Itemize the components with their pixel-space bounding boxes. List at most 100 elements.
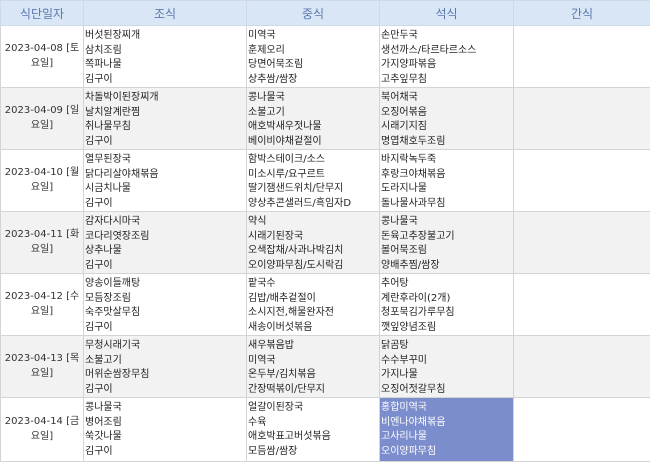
menu-item: 소불고기	[248, 106, 379, 121]
menu-item: 베이비야채겉절이	[248, 135, 379, 150]
dinner-cell[interactable]: 북어채국오징어볶음시래기지짐명엽채호두조림	[380, 88, 514, 150]
menu-item: 김구이	[85, 445, 246, 460]
menu-item: 딸기잼샌드위치/단무지	[248, 182, 379, 197]
breakfast-cell[interactable]: 차돌박이된장찌개날치알계란찜취나물무침김구이	[84, 88, 247, 150]
lunch-cell[interactable]: 얼갈이된장국수육애호박표고버섯볶음모듬쌈/쌈장	[247, 398, 380, 462]
breakfast-cell[interactable]: 무청시래기국소불고기머위순쌈장무침김구이	[84, 336, 247, 398]
header-lunch: 중식	[247, 1, 380, 26]
lunch-cell[interactable]: 팥국수김밥/배추겉절이소시지전,해물완자전새송이버섯볶음	[247, 274, 380, 336]
menu-item: 볼어묵조림	[381, 244, 513, 259]
menu-item: 닭곰탕	[381, 339, 513, 354]
lunch-cell[interactable]: 함박스테이크/소스미소시루/요구르트딸기잼샌드위치/단무지양상추콘샐러드/흑임자…	[247, 150, 380, 212]
menu-item: 콩나물국	[381, 215, 513, 230]
menu-list: 바지락녹두죽후랑크야채볶음도라지나물돌나물사과무침	[380, 153, 513, 211]
menu-item: 계란후라이(2개)	[381, 292, 513, 307]
snack-cell[interactable]	[514, 336, 650, 398]
snack-cell[interactable]	[514, 88, 650, 150]
menu-item: 콩나물국	[85, 401, 246, 416]
menu-item: 가지양파볶음	[381, 58, 513, 73]
menu-item: 날치알계란찜	[85, 106, 246, 121]
dinner-cell[interactable]: 손만두국생선까스/타르타르소스가지양파볶음고추잎무침	[380, 26, 514, 88]
menu-item: 추어탕	[381, 277, 513, 292]
breakfast-cell[interactable]: 버섯된장찌개삼치조림쪽파나물김구이	[84, 26, 247, 88]
menu-item: 병어조림	[85, 416, 246, 431]
date-cell: 2023-04-08 [토요일]	[1, 26, 84, 88]
menu-item: 수육	[248, 416, 379, 431]
menu-item: 소불고기	[85, 354, 246, 369]
breakfast-cell[interactable]: 감자다시마국코다리엿장조림상추나물김구이	[84, 212, 247, 274]
menu-item: 오색잡채/사과나박김치	[248, 244, 379, 259]
date-cell: 2023-04-14 [금요일]	[1, 398, 84, 462]
menu-item: 새우볶음밥	[248, 339, 379, 354]
breakfast-cell[interactable]: 양송이들깨탕모듬장조림숙주맛살무침김구이	[84, 274, 247, 336]
menu-list: 얼갈이된장국수육애호박표고버섯볶음모듬쌈/쌈장	[247, 401, 379, 459]
lunch-cell[interactable]: 약식시래기된장국오색잡채/사과나박김치오이양파무침/도시락김	[247, 212, 380, 274]
date-cell: 2023-04-10 [월요일]	[1, 150, 84, 212]
menu-item: 김구이	[85, 383, 246, 398]
breakfast-cell[interactable]: 콩나물국병어조림쑥갓나물김구이	[84, 398, 247, 462]
menu-item: 상추나물	[85, 244, 246, 259]
menu-list: 닭곰탕수수부꾸미가지나물오징어젓갈무침	[380, 339, 513, 397]
menu-item: 얼갈이된장국	[248, 401, 379, 416]
menu-item: 김구이	[85, 197, 246, 212]
menu-item: 오이양파무침/도시락김	[248, 259, 379, 274]
menu-item: 함박스테이크/소스	[248, 153, 379, 168]
menu-item: 고사리나물	[381, 430, 513, 445]
breakfast-cell[interactable]: 열무된장국닭다리살야채볶음시금치나물김구이	[84, 150, 247, 212]
menu-item: 고추잎무침	[381, 73, 513, 88]
menu-item: 양상추콘샐러드/흑임자D	[248, 197, 379, 212]
menu-list: 함박스테이크/소스미소시루/요구르트딸기잼샌드위치/단무지양상추콘샐러드/흑임자…	[247, 153, 379, 211]
menu-list: 열무된장국닭다리살야채볶음시금치나물김구이	[84, 153, 246, 211]
menu-item: 감자다시마국	[85, 215, 246, 230]
menu-item: 김구이	[85, 321, 246, 336]
menu-item: 버섯된장찌개	[85, 29, 246, 44]
date-cell: 2023-04-13 [목요일]	[1, 336, 84, 398]
menu-list: 콩나물국돈육고추장불고기볼어묵조림양배추찜/쌈장	[380, 215, 513, 273]
menu-item: 숙주맛살무침	[85, 306, 246, 321]
menu-list: 약식시래기된장국오색잡채/사과나박김치오이양파무침/도시락김	[247, 215, 379, 273]
menu-item: 머위순쌈장무침	[85, 368, 246, 383]
snack-cell[interactable]	[514, 398, 650, 462]
dinner-cell[interactable]: 닭곰탕수수부꾸미가지나물오징어젓갈무침	[380, 336, 514, 398]
menu-item: 팥국수	[248, 277, 379, 292]
dinner-cell[interactable]: 홍합미역국비엔나야채볶음고사리나물오이양파무침	[380, 398, 514, 462]
table-row: 2023-04-14 [금요일]콩나물국병어조림쑥갓나물김구이얼갈이된장국수육애…	[1, 398, 650, 462]
meal-table: 식단일자 조식 중식 석식 간식 2023-04-08 [토요일]버섯된장찌개삼…	[0, 0, 650, 462]
lunch-cell[interactable]: 미역국훈제오리당면어묵조림상추쌈/쌈장	[247, 26, 380, 88]
menu-item: 오징어볶음	[381, 106, 513, 121]
dinner-cell[interactable]: 콩나물국돈육고추장불고기볼어묵조림양배추찜/쌈장	[380, 212, 514, 274]
snack-cell[interactable]	[514, 274, 650, 336]
menu-item: 온두부/김치볶음	[248, 368, 379, 383]
menu-list: 버섯된장찌개삼치조림쪽파나물김구이	[84, 29, 246, 87]
menu-item: 미소시루/요구르트	[248, 168, 379, 183]
menu-item: 훈제오리	[248, 44, 379, 59]
menu-item: 명엽채호두조림	[381, 135, 513, 150]
menu-item: 간장떡볶이/단무지	[248, 383, 379, 398]
header-dinner: 석식	[380, 1, 514, 26]
menu-item: 콩나물국	[248, 91, 379, 106]
menu-list: 감자다시마국코다리엿장조림상추나물김구이	[84, 215, 246, 273]
lunch-cell[interactable]: 콩나물국소불고기애호박새우젓나물베이비야채겉절이	[247, 88, 380, 150]
snack-cell[interactable]	[514, 212, 650, 274]
menu-item: 시금치나물	[85, 182, 246, 197]
menu-item: 상추쌈/쌈장	[248, 73, 379, 88]
menu-item: 김밥/배추겉절이	[248, 292, 379, 307]
menu-item: 차돌박이된장찌개	[85, 91, 246, 106]
menu-list: 양송이들깨탕모듬장조림숙주맛살무침김구이	[84, 277, 246, 335]
menu-item: 양배추찜/쌈장	[381, 259, 513, 274]
snack-cell[interactable]	[514, 26, 650, 88]
dinner-cell[interactable]: 바지락녹두죽후랑크야채볶음도라지나물돌나물사과무침	[380, 150, 514, 212]
menu-item: 취나물무침	[85, 120, 246, 135]
dinner-cell[interactable]: 추어탕계란후라이(2개)청포묵김가루무침깻잎양념조림	[380, 274, 514, 336]
menu-item: 도라지나물	[381, 182, 513, 197]
lunch-cell[interactable]: 새우볶음밥미역국온두부/김치볶음간장떡볶이/단무지	[247, 336, 380, 398]
snack-cell[interactable]	[514, 150, 650, 212]
menu-item: 쪽파나물	[85, 58, 246, 73]
menu-item: 시래기된장국	[248, 230, 379, 245]
menu-item: 쑥갓나물	[85, 430, 246, 445]
menu-item: 애호박표고버섯볶음	[248, 430, 379, 445]
menu-item: 열무된장국	[85, 153, 246, 168]
table-row: 2023-04-08 [토요일]버섯된장찌개삼치조림쪽파나물김구이미역국훈제오리…	[1, 26, 650, 88]
menu-list: 미역국훈제오리당면어묵조림상추쌈/쌈장	[247, 29, 379, 87]
menu-item: 청포묵김가루무침	[381, 306, 513, 321]
